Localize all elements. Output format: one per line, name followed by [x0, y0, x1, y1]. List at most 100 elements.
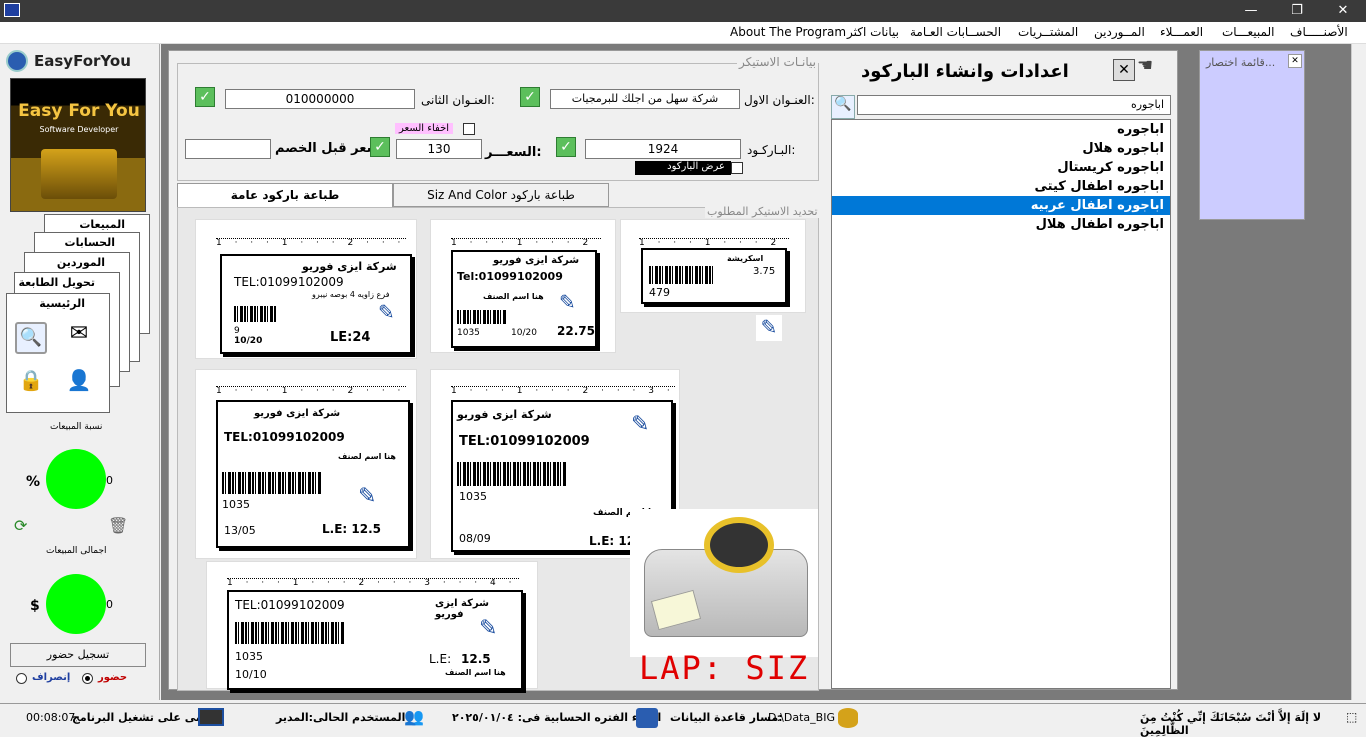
menu-purchases[interactable]: المشتــريات	[1018, 25, 1078, 39]
scrollbar[interactable]	[1351, 44, 1366, 700]
sticker-template-4[interactable]: 1 · · · 1 · · · 2 · · · 3 · · · 4 · شركة…	[195, 369, 417, 559]
edit-pencil-icon[interactable]: ✎	[756, 315, 782, 341]
product-search-icon[interactable]: 🔍	[831, 95, 855, 119]
sticker-date: 10/20	[511, 328, 537, 338]
presence-radio-dot	[85, 676, 90, 681]
sticker-company: شركة ايزى فوريو	[457, 408, 552, 421]
window-close-button[interactable]: ✕	[1113, 59, 1135, 81]
price-check[interactable]: ✓	[370, 137, 390, 157]
ratio-value: 0	[106, 474, 113, 487]
logo-image: Easy For You Software Developer	[10, 78, 146, 212]
departure-radio[interactable]	[16, 673, 27, 684]
menu-about[interactable]: About The Program	[730, 25, 846, 39]
sticker-price-label: L.E:	[429, 652, 452, 666]
lock-icon[interactable]: 🔒	[17, 370, 45, 398]
tab-size-color-barcode[interactable]: Siz And Color طباعة باركود	[393, 183, 609, 207]
sticker-product: اسكريشة	[727, 254, 764, 263]
side-tab-sales-label: المبيعات	[79, 218, 125, 231]
sticker-barcode	[235, 622, 345, 644]
show-barcode-checkbox[interactable]	[731, 162, 743, 174]
sticker-template-1[interactable]: 1 · · · 1 · · · 2 · · · 3 · · · 4 · · شر…	[195, 219, 417, 359]
sticker-ruler: 1 · · · 1 · · · 2 · · · 3 · · · 4 ·	[216, 386, 406, 396]
sticker-barcode	[457, 462, 567, 486]
edit-pencil-icon[interactable]: ✎	[358, 484, 384, 510]
hide-price-checkbox[interactable]	[463, 123, 475, 135]
maximize-button[interactable]: ❐	[1274, 0, 1320, 22]
product-list-item[interactable]: اباجوره هلال	[832, 139, 1170, 158]
menu-suppliers[interactable]: المــوردين	[1094, 25, 1145, 39]
logo-text: Easy For You	[18, 101, 140, 121]
menu-accounts[interactable]: الحســابات العـامة	[910, 25, 1001, 39]
sticker-date: 08/09	[459, 532, 491, 545]
address1-check[interactable]: ✓	[520, 87, 540, 107]
show-barcode-label: عرض الباركود	[635, 161, 731, 175]
presence-radio[interactable]	[82, 673, 93, 684]
menu-customers[interactable]: العمـــلاء	[1160, 25, 1203, 39]
search-icon[interactable]: 🔍	[15, 322, 47, 354]
user-icon: 👥	[404, 707, 424, 726]
resize-grip-icon[interactable]: ⬚	[1346, 710, 1357, 724]
attendance-button-label: تسجيل حضور	[46, 648, 110, 661]
mail-icon[interactable]: ✉	[63, 323, 95, 352]
sticker-code: 9	[234, 326, 240, 336]
sticker-data-title: بيانـات الاستيكر	[737, 55, 818, 69]
user-remove-icon[interactable]: 👤	[65, 370, 93, 398]
side-tab-home[interactable]: الرئيسية 🔍 ✉ 🔒 👤	[6, 293, 110, 413]
sticker-template-2[interactable]: 1 · · · 1 · · · 2 · · · 3 · شركة ايزى فو…	[430, 219, 616, 353]
menu-items[interactable]: الأصنـــــاف	[1290, 25, 1348, 39]
product-list-item[interactable]: اباجوره	[832, 120, 1170, 139]
product-list-item[interactable]: اباجوره اطفال هلال	[832, 215, 1170, 234]
select-sticker-label: تحديد الاستيكر المطلوب	[705, 205, 820, 218]
product-search-input[interactable]: اباجوره	[857, 95, 1171, 115]
printer-roll	[704, 517, 774, 573]
product-list-item[interactable]: اباجوره اطفال كيتى	[832, 177, 1170, 196]
product-list[interactable]: اباجوره اباجوره هلال اباجوره كريستال اباجور…	[831, 119, 1171, 689]
side-tab-suppliers-label: الموردين	[56, 256, 105, 269]
dollar-label: $	[30, 598, 40, 614]
product-list-item[interactable]: اباجوره اطفال عربيه	[832, 196, 1170, 215]
price-input[interactable]: 130	[396, 139, 482, 159]
menu-sales[interactable]: المبيعـــات	[1222, 25, 1274, 39]
tab-general-barcode[interactable]: طباعة باركود عامة	[177, 183, 393, 207]
sticker-product: فرع زاويه 4 بوصه نيبرو	[312, 290, 390, 299]
menu-more-data[interactable]: بيانات اكثر	[847, 25, 899, 39]
sticker-card: اسكريشة 479 3.75	[641, 248, 787, 304]
sales-ratio-label: نسبة المبيعات	[50, 422, 103, 432]
label-printer-image	[630, 509, 818, 657]
sticker-tel: Tel:01099102009	[457, 270, 563, 283]
edit-pencil-icon[interactable]: ✎	[631, 412, 657, 438]
sticker-card: شركة ايزى فوريو TEL:01099102009 هنا اسم …	[216, 400, 410, 548]
edit-pencil-icon[interactable]: ✎	[559, 290, 585, 316]
total-sales-label: اجمالى المبيعات	[46, 546, 107, 556]
edit-pencil-icon[interactable]: ✎	[378, 300, 404, 326]
brand-name: EasyForYou	[34, 52, 131, 70]
sticker-barcode	[222, 472, 322, 494]
barcode-check[interactable]: ✓	[556, 137, 576, 157]
attendance-button[interactable]: تسجيل حضور	[10, 643, 146, 667]
edit-pencil-icon[interactable]: ✎	[479, 616, 505, 642]
trash-icon[interactable]: 🗑	[108, 516, 128, 536]
address2-check[interactable]: ✓	[195, 87, 215, 107]
hide-price-label: اخفاء السعر	[395, 123, 454, 134]
sticker-card: TEL:01099102009 شركة ايزى فوريو ✎ 1035 L…	[227, 590, 523, 690]
barcode-input[interactable]: 1924	[585, 139, 741, 159]
tab-size-color-barcode-label: Siz And Color طباعة باركود	[427, 188, 575, 202]
close-button[interactable]: ✕	[1320, 0, 1366, 22]
address1-label: العنـوان الاول:	[744, 93, 815, 107]
sticker-company: شركة ايزى فوريو	[254, 408, 341, 419]
runtime-value: 00:08:07	[26, 711, 76, 724]
sticker-template-6[interactable]: 1 · · · 1 · · · 2 · · · 3 · · · 4 · · · …	[206, 561, 538, 690]
sticker-code: 1035	[222, 498, 250, 511]
presence-label: حضور	[98, 672, 128, 683]
side-tab-printer-label: تحويل الطابعة	[18, 276, 96, 289]
sticker-template-3[interactable]: 1 · · · 1 · · · 2 · · · 3 اسكريشة 479 3.…	[620, 219, 806, 313]
side-tab-accounts-label: الحسابات	[64, 236, 115, 249]
departure-label: إنصراف	[32, 672, 71, 683]
address1-input[interactable]: شركة سهل من اجلك للبرمجيات	[550, 89, 740, 109]
minimize-button[interactable]: —	[1228, 0, 1274, 22]
old-price-input[interactable]	[185, 139, 271, 159]
shortcut-list-close-icon[interactable]: ✕	[1288, 54, 1302, 68]
address2-input[interactable]: 010000000	[225, 89, 415, 109]
refresh-icon[interactable]: ⟳	[14, 516, 34, 536]
product-list-item[interactable]: اباجوره كريستال	[832, 158, 1170, 177]
